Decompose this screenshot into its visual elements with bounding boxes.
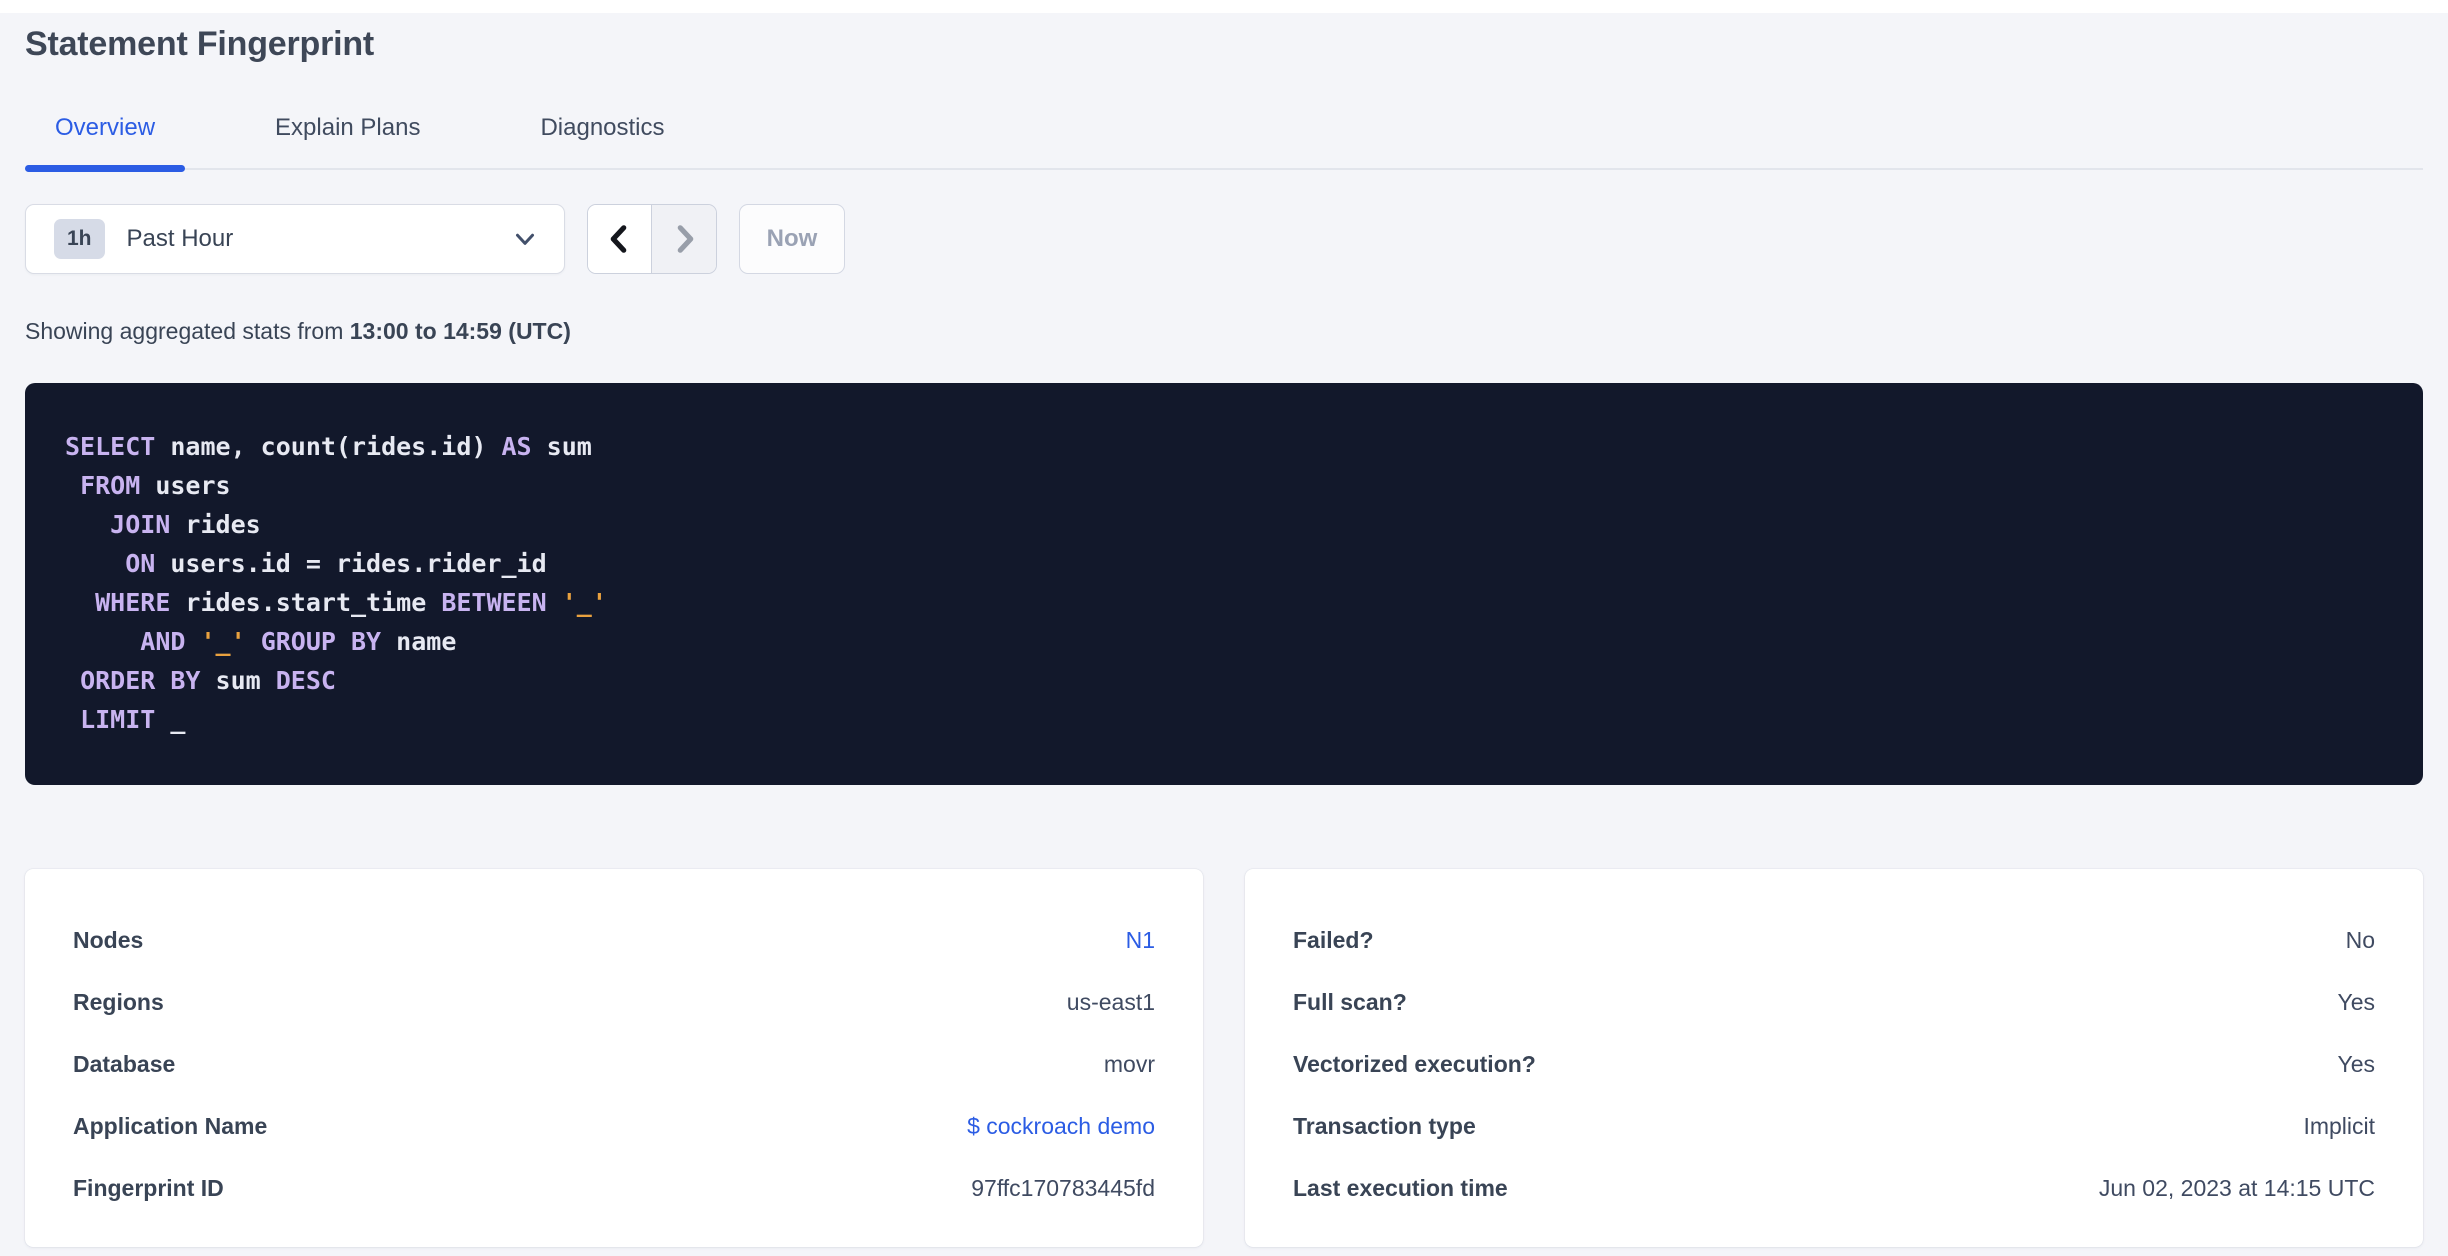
chevron-right-icon	[666, 221, 702, 257]
tab-overview[interactable]: Overview	[25, 114, 186, 172]
row-label: Regions	[73, 988, 164, 1015]
time-range-label: Past Hour	[126, 225, 234, 252]
node-link[interactable]: N1	[1126, 927, 1155, 954]
row-value: 97ffc170783445fd	[971, 1174, 1155, 1201]
tab-explain-plans[interactable]: Explain Plans	[245, 114, 450, 168]
table-row: Vectorized execution? Yes	[1293, 1033, 2375, 1095]
row-value: Jun 02, 2023 at 14:15 UTC	[2098, 1174, 2375, 1201]
table-row: Full scan? Yes	[1293, 971, 2375, 1033]
application-name-link[interactable]: $ cockroach demo	[967, 1113, 1155, 1140]
table-row: Database movr	[73, 1033, 1155, 1095]
page-title: Statement Fingerprint	[25, 25, 375, 63]
row-value: No	[2345, 926, 2375, 953]
row-value: us-east1	[1066, 988, 1155, 1015]
sql-statement: SELECT name, count(rides.id) AS sum FROM…	[25, 383, 2423, 785]
top-strip	[0, 0, 2448, 13]
page-content: Statement Fingerprint Overview Explain P…	[0, 25, 2448, 1247]
row-label: Last execution time	[1293, 1174, 1508, 1201]
row-value: Yes	[2337, 1050, 2375, 1077]
statement-details-card-left: Nodes N1 Regions us-east1 Database movr …	[25, 869, 1203, 1247]
table-row: Failed? No	[1293, 909, 2375, 971]
row-label: Nodes	[73, 926, 144, 953]
time-interval-badge: 1h	[54, 219, 105, 259]
table-row: Application Name $ cockroach demo	[73, 1095, 1155, 1157]
now-button[interactable]: Now	[739, 204, 845, 274]
row-label: Failed?	[1293, 926, 1374, 953]
tabs-bar: Overview Explain Plans Diagnostics	[25, 114, 2423, 172]
next-time-window-button[interactable]	[652, 205, 716, 273]
row-value: Yes	[2337, 988, 2375, 1015]
tab-diagnostics[interactable]: Diagnostics	[510, 114, 694, 168]
table-row: Regions us-east1	[73, 971, 1155, 1033]
table-row: Last execution time Jun 02, 2023 at 14:1…	[1293, 1157, 2375, 1219]
row-value: Implicit	[2303, 1112, 2375, 1139]
table-row: Fingerprint ID 97ffc170783445fd	[73, 1157, 1155, 1219]
time-controls: 1h Past Hour Now	[25, 204, 2423, 274]
aggregated-stats-line: Showing aggregated stats from 13:00 to 1…	[25, 318, 2423, 345]
prev-time-window-button[interactable]	[588, 205, 652, 273]
execution-attributes-card-right: Failed? No Full scan? Yes Vectorized exe…	[1245, 869, 2423, 1247]
row-label: Transaction type	[1293, 1112, 1476, 1139]
row-label: Database	[73, 1050, 176, 1077]
row-label: Full scan?	[1293, 988, 1407, 1015]
details-cards: Nodes N1 Regions us-east1 Database movr …	[25, 869, 2423, 1247]
row-label: Fingerprint ID	[73, 1174, 224, 1201]
chevron-left-icon	[602, 221, 638, 257]
row-label: Vectorized execution?	[1293, 1050, 1536, 1077]
row-value: movr	[1103, 1050, 1155, 1077]
table-row: Nodes N1	[73, 909, 1155, 971]
row-label: Application Name	[73, 1112, 268, 1139]
stats-line-range: 13:00 to 14:59 (UTC)	[349, 318, 571, 344]
time-window-pager	[587, 204, 717, 274]
chevron-down-icon	[510, 224, 540, 254]
time-range-select[interactable]: 1h Past Hour	[25, 204, 565, 274]
table-row: Transaction type Implicit	[1293, 1095, 2375, 1157]
stats-line-prefix: Showing aggregated stats from	[25, 318, 350, 344]
